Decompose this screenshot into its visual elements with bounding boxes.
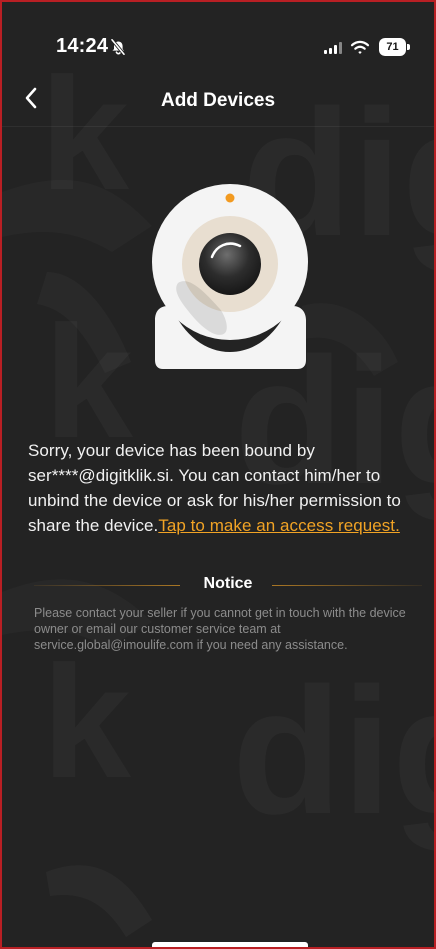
home-indicator bbox=[152, 942, 308, 947]
battery-cap bbox=[407, 44, 410, 50]
status-bar: 14:24 71 bbox=[2, 2, 434, 72]
wifi-icon bbox=[350, 40, 370, 54]
phone-screen: k dig k dig k dig 14:24 bbox=[0, 0, 436, 949]
notice-header: Notice bbox=[34, 575, 422, 597]
camera-illustration bbox=[150, 182, 310, 372]
battery-percentage: 71 bbox=[379, 38, 406, 56]
status-time: 14:24 bbox=[56, 35, 109, 57]
navigation-bar: Add Devices bbox=[2, 74, 434, 127]
device-bound-message: Sorry, your device has been bound by ser… bbox=[28, 438, 424, 538]
notice-text: Please contact your seller if you cannot… bbox=[34, 606, 406, 652]
signal-icon bbox=[324, 42, 342, 54]
access-request-link[interactable]: Tap to make an access request. bbox=[158, 516, 400, 535]
bell-slash-icon bbox=[110, 38, 126, 56]
notice-title: Notice bbox=[203, 575, 253, 592]
battery-icon: 71 bbox=[379, 38, 410, 56]
camera-icon bbox=[152, 184, 308, 369]
page-title: Add Devices bbox=[160, 90, 276, 111]
notice-divider-right bbox=[272, 585, 422, 586]
